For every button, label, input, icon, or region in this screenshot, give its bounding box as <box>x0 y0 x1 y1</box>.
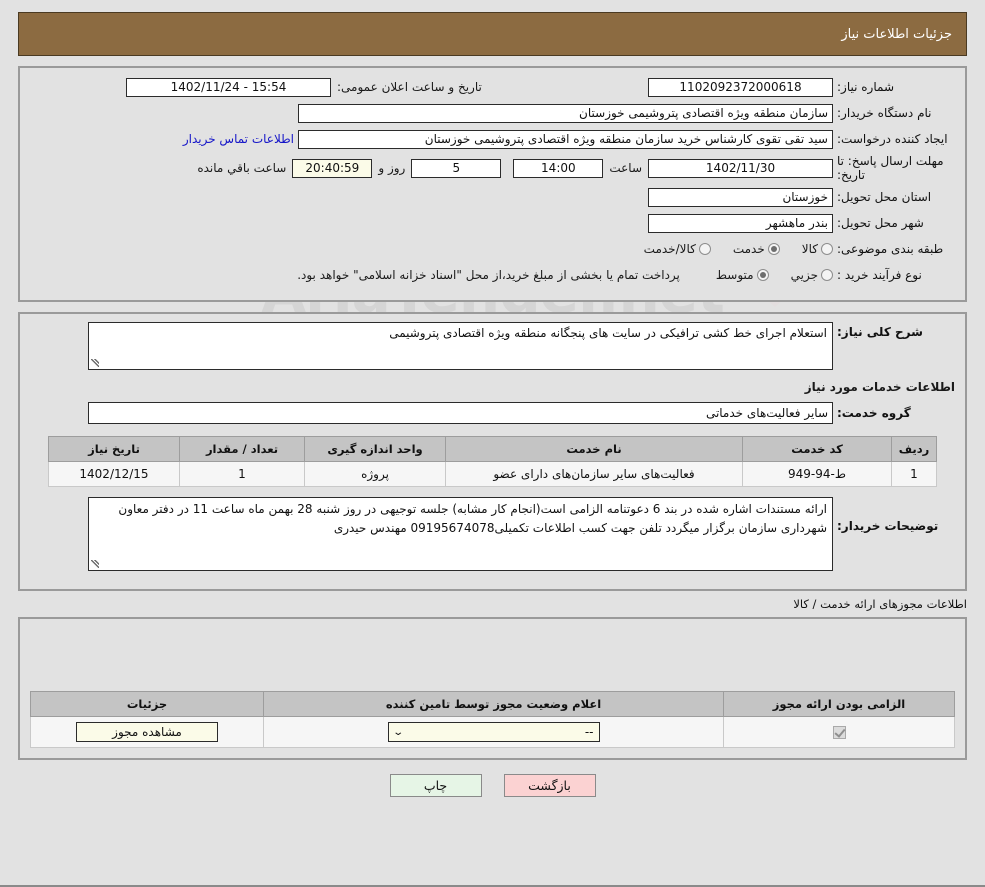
chevron-down-icon: ⌄ <box>391 726 404 738</box>
service-group-label: گروه خدمت: <box>837 406 911 420</box>
category-option-label: خدمت <box>732 242 765 256</box>
page-header-bar: جزئیات اطلاعات نیاز <box>18 12 967 56</box>
row-delivery-city: شهر محل تحویل: بندر ماهشهر <box>30 212 955 234</box>
permits-panel: الزامی بودن ارائه مجوز اعلام وضعیت مجوز … <box>18 617 967 760</box>
services-section-title: اطلاعات خدمات مورد نیاز <box>804 380 955 394</box>
public-announce-field: 15:54 - 1402/11/24 <box>126 77 331 97</box>
cell-unit: پروژه <box>304 461 446 487</box>
service-items-table: ردیف کد خدمت نام خدمت واحد اندازه گیری ت… <box>48 436 937 487</box>
city-label: شهر محل تحویل: <box>837 216 924 230</box>
radio-icon[interactable] <box>821 243 833 255</box>
permit-required-checkbox <box>832 726 846 739</box>
buyer-org-field: سازمان منطقه ویژه اقتصادی پتروشیمی خوزست… <box>298 103 833 123</box>
need-number-label: شماره نیاز: <box>837 80 894 94</box>
col-date: تاریخ نیاز <box>48 436 180 462</box>
days-label: روز و <box>378 161 406 175</box>
province-label: استان محل تحویل: <box>837 190 932 204</box>
row-need-number: شماره نیاز: 1102092372000618 تاریخ و ساع… <box>30 76 955 98</box>
purchase-type-option-motevaset[interactable]: متوسط <box>716 268 769 282</box>
remaining-hours-label: ساعت باقي مانده <box>197 161 287 175</box>
permit-status-select[interactable]: -- ⌄ <box>387 722 600 742</box>
print-button[interactable]: چاپ <box>389 774 482 797</box>
cell-permit-details: مشاهده مجوز <box>30 716 264 748</box>
radio-icon[interactable] <box>767 243 780 255</box>
col-name: نام خدمت <box>445 436 743 462</box>
service-group-field: سایر فعالیت‌های خدماتی <box>88 402 833 424</box>
purchase-type-option-label: جزیي <box>790 268 818 282</box>
category-option-kala-khedmat[interactable]: کالا/خدمت <box>644 242 711 256</box>
treasury-note: پرداخت تمام یا بخشی از مبلغ خرید،از محل … <box>297 268 680 282</box>
creator-label: ایجاد کننده درخواست: <box>837 132 948 146</box>
table-header-row: ردیف کد خدمت نام خدمت واحد اندازه گیری ت… <box>48 436 937 462</box>
cell-row: 1 <box>891 461 937 487</box>
deadline-time-field: 14:00 <box>513 158 604 178</box>
col-permit-details: جزئیات <box>30 691 264 717</box>
col-unit: واحد اندازه گیری <box>304 436 446 462</box>
deadline-label: مهلت ارسال پاسخ: تا تاریخ: <box>837 154 944 182</box>
row-purchase-type: نوع فرآیند خرید : جزیي متوسط پرداخت تمام… <box>30 264 955 286</box>
radio-icon[interactable] <box>821 269 833 281</box>
category-option-kala[interactable]: کالا <box>802 242 833 256</box>
category-option-label: کالا/خدمت <box>643 242 696 256</box>
col-permit-required: الزامی بودن ارائه مجوز <box>723 691 955 717</box>
need-number-field: 1102092372000618 <box>648 77 833 97</box>
cell-quantity: 1 <box>179 461 305 487</box>
province-field: خوزستان <box>648 187 833 207</box>
row-request-creator: ایجاد کننده درخواست: سید تقی تقوی کارشنا… <box>30 128 955 150</box>
permits-caption: اطلاعات مجوزهای ارائه خدمت / کالا <box>793 597 967 611</box>
summary-textarea[interactable]: استعلام اجرای خط کشی ترافیکی در سایت های… <box>88 322 833 370</box>
buyer-notes-textarea[interactable]: ارائه مستندات اشاره شده در بند 6 دعوتنام… <box>88 497 833 571</box>
row-response-deadline: مهلت ارسال پاسخ: تا تاریخ: 1402/11/30 سا… <box>30 154 955 182</box>
row-buyer-notes: توضیحات خریدار: ارائه مستندات اشاره شده … <box>30 497 955 571</box>
purchase-type-label: نوع فرآیند خرید : <box>837 268 922 282</box>
need-description-panel: شرح کلی نیاز: استعلام اجرای خط کشی ترافی… <box>18 312 967 591</box>
col-quantity: تعداد / مقدار <box>179 436 305 462</box>
table-header-row: الزامی بودن ارائه مجوز اعلام وضعیت مجوز … <box>30 691 955 717</box>
row-delivery-province: استان محل تحویل: خوزستان <box>30 186 955 208</box>
radio-icon[interactable] <box>756 269 769 281</box>
radio-icon[interactable] <box>698 243 711 255</box>
row-buyer-org: نام دستگاه خریدار: سازمان منطقه ویژه اقت… <box>30 102 955 124</box>
permits-top-spacer <box>30 629 955 691</box>
items-table-wrap: ردیف کد خدمت نام خدمت واحد اندازه گیری ت… <box>48 436 937 487</box>
col-row: ردیف <box>891 436 937 462</box>
buyer-contact-link[interactable]: اطلاعات تماس خریدار <box>183 132 298 146</box>
summary-label: شرح کلی نیاز: <box>837 325 923 339</box>
purchase-type-option-label: متوسط <box>715 268 754 282</box>
category-option-label: کالا <box>801 242 818 256</box>
need-info-panel: شماره نیاز: 1102092372000618 تاریخ و ساع… <box>18 66 967 302</box>
deadline-date-field: 1402/11/30 <box>648 158 833 178</box>
city-field: بندر ماهشهر <box>648 213 833 233</box>
cell-permit-required <box>723 716 955 748</box>
back-button[interactable]: بازگشت <box>503 774 596 797</box>
cell-code: ط-94-949 <box>742 461 892 487</box>
purchase-type-radio-group: جزیي متوسط <box>698 268 833 282</box>
view-permit-button[interactable]: مشاهده مجوز <box>76 722 218 742</box>
page-title: جزئیات اطلاعات نیاز <box>841 26 952 42</box>
purchase-type-option-jozei[interactable]: جزیي <box>791 268 833 282</box>
hour-label: ساعت <box>609 161 642 175</box>
buyer-org-label: نام دستگاه خریدار: <box>837 106 932 120</box>
remaining-days-field: 5 <box>411 158 502 178</box>
category-label: طبقه بندی موضوعی: <box>837 242 944 256</box>
cell-name: فعالیت‌های سایر سازمان‌های دارای عضو <box>445 461 743 487</box>
cell-date: 1402/12/15 <box>48 461 180 487</box>
col-permit-status: اعلام وضعیت مجوز توسط تامین کننده <box>263 691 724 717</box>
table-row: -- ⌄ مشاهده مجوز <box>30 716 955 748</box>
row-service-group: گروه خدمت: سایر فعالیت‌های خدماتی <box>30 402 955 424</box>
footer-actions: بازگشت چاپ <box>0 774 985 797</box>
permit-status-value: -- <box>584 725 594 739</box>
col-code: کد خدمت <box>742 436 892 462</box>
category-option-khedmat[interactable]: خدمت <box>733 242 780 256</box>
creator-field: سید تقی تقوی کارشناس خرید سازمان منطقه و… <box>298 129 833 149</box>
cell-permit-status: -- ⌄ <box>263 716 724 748</box>
public-announce-label: تاریخ و ساعت اعلان عمومی: <box>337 80 482 94</box>
category-radio-group: کالا خدمت کالا/خدمت <box>626 242 833 256</box>
row-subject-category: طبقه بندی موضوعی: کالا خدمت کالا/خدمت <box>30 238 955 260</box>
row-need-summary: شرح کلی نیاز: استعلام اجرای خط کشی ترافی… <box>30 322 955 370</box>
buyer-notes-label: توضیحات خریدار: <box>837 519 939 533</box>
table-row: 1 ط-94-949 فعالیت‌های سایر سازمان‌های دا… <box>48 461 937 487</box>
countdown-field: 20:40:59 <box>292 158 373 178</box>
permits-table: الزامی بودن ارائه مجوز اعلام وضعیت مجوز … <box>30 691 955 748</box>
